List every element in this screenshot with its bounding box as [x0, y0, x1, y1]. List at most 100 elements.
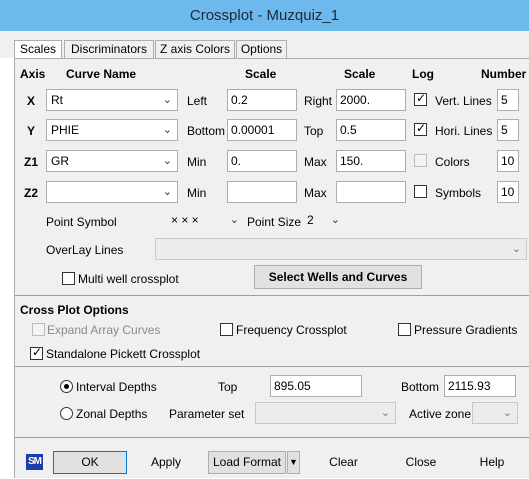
cross-plot-options-title: Cross Plot Options [20, 303, 129, 317]
frequency-crossplot-label: Frequency Crossplot [236, 323, 347, 337]
z2-min-input[interactable] [227, 181, 297, 203]
help-button[interactable]: Help [462, 451, 522, 474]
symbols-label: Symbols [435, 186, 482, 200]
load-format-button[interactable]: Load Format [208, 451, 286, 474]
window-title: Crossplot - Muzquiz_1 [0, 0, 529, 31]
x-right-input[interactable]: 2000. [336, 89, 406, 111]
close-button[interactable]: Close [388, 451, 454, 474]
header-scale-2: Scale [344, 67, 376, 81]
separator [15, 295, 529, 296]
header-log: Log [412, 67, 434, 81]
tab-options[interactable]: Options [236, 40, 287, 59]
chevron-down-icon: ⌄ [162, 155, 172, 167]
colors-label: Colors [435, 155, 470, 169]
frequency-crossplot-checkbox[interactable] [220, 323, 233, 336]
colors-input[interactable]: 10 [497, 150, 519, 172]
chevron-down-icon: ⌄ [162, 94, 172, 106]
active-zone-select[interactable]: ⌄ [472, 402, 518, 424]
point-symbol-label: Point Symbol [46, 215, 117, 229]
load-format-dropdown[interactable]: ▼ [287, 451, 300, 474]
ok-button[interactable]: OK [53, 451, 127, 474]
bottom-depth-input[interactable]: 2115.93 [444, 375, 516, 397]
point-size-value: 2 [307, 213, 314, 227]
pickett-crossplot-label: Standalone Pickett Crossplot [46, 347, 201, 361]
z1-min-input[interactable]: 0. [227, 150, 297, 172]
chevron-down-icon: ⌄ [330, 214, 340, 226]
axis-z2-label: Z2 [24, 186, 39, 200]
hori-lines-label: Hori. Lines [435, 124, 493, 138]
chevron-down-icon: ⌄ [162, 124, 172, 136]
header-axis: Axis [20, 67, 46, 81]
chevron-down-icon: ⌄ [380, 407, 390, 419]
overlay-lines-label: OverLay Lines [46, 243, 124, 257]
caret-down-icon: ▼ [289, 457, 298, 467]
z1-max-input[interactable]: 150. [336, 150, 406, 172]
z1-log-checkbox[interactable] [414, 154, 427, 167]
interval-depths-label: Interval Depths [76, 380, 157, 394]
parameter-set-select[interactable]: ⌄ [255, 402, 396, 424]
vert-lines-input[interactable]: 5 [497, 89, 519, 111]
pickett-crossplot-checkbox[interactable] [30, 345, 43, 360]
active-zone-label: Active zone [409, 407, 472, 421]
bottom-depth-label: Bottom [401, 380, 440, 394]
tab-discriminators[interactable]: Discriminators [64, 40, 154, 59]
pressure-gradients-checkbox[interactable] [398, 323, 411, 336]
x-log-checkbox[interactable] [414, 91, 427, 106]
top-depth-input[interactable]: 895.05 [270, 375, 362, 397]
y-bottom-label: Bottom [187, 124, 226, 138]
axis-x-label: X [27, 94, 36, 108]
hori-lines-input[interactable]: 5 [497, 119, 519, 141]
z2-max-label: Max [304, 186, 327, 200]
apply-button[interactable]: Apply [136, 451, 196, 474]
y-curve-value: PHIE [51, 123, 80, 137]
point-size-select[interactable]: 2 ⌄ [303, 210, 345, 232]
expand-array-checkbox[interactable] [32, 323, 45, 336]
z2-max-input[interactable] [336, 181, 406, 203]
x-left-label: Left [187, 94, 208, 108]
x-curve-value: Rt [51, 93, 63, 107]
overlay-lines-select[interactable]: ⌄ [155, 238, 527, 260]
tab-scales[interactable]: Scales [14, 40, 62, 60]
axis-y-label: Y [27, 124, 36, 138]
z1-curve-select[interactable]: GR ⌄ [46, 150, 178, 172]
interval-depths-radio[interactable] [60, 380, 73, 393]
point-symbol-select[interactable]: × × × ⌄ [155, 210, 244, 232]
chevron-down-icon: ⌄ [162, 186, 172, 198]
y-top-label: Top [304, 124, 324, 138]
z1-min-label: Min [187, 155, 207, 169]
z1-curve-value: GR [51, 154, 69, 168]
z2-min-label: Min [187, 186, 207, 200]
top-depth-label: Top [218, 380, 238, 394]
x-curve-select[interactable]: Rt ⌄ [46, 89, 178, 111]
y-bottom-input[interactable]: 0.00001 [227, 119, 297, 141]
z2-log-checkbox[interactable] [414, 185, 427, 198]
z2-curve-select[interactable]: ⌄ [46, 181, 178, 203]
y-curve-select[interactable]: PHIE ⌄ [46, 119, 178, 141]
zonal-depths-radio[interactable] [60, 407, 73, 420]
chevron-down-icon: ⌄ [511, 243, 521, 255]
expand-array-label: Expand Array Curves [47, 323, 161, 337]
y-log-checkbox[interactable] [414, 121, 427, 136]
separator [15, 366, 529, 367]
chevron-down-icon: ⌄ [502, 407, 512, 419]
multi-well-checkbox[interactable] [62, 272, 75, 285]
pressure-gradients-label: Pressure Gradients [414, 323, 518, 337]
symbols-input[interactable]: 10 [497, 181, 519, 203]
parameter-set-label: Parameter set [169, 407, 245, 421]
header-curve-name: Curve Name [66, 67, 137, 81]
vert-lines-label: Vert. Lines [435, 94, 492, 108]
x-right-label: Right [304, 94, 333, 108]
point-symbol-value: × × × [171, 213, 199, 227]
zonal-depths-label: Zonal Depths [76, 407, 148, 421]
tab-z-axis-colors[interactable]: Z axis Colors [155, 40, 235, 59]
separator [15, 437, 529, 438]
y-top-input[interactable]: 0.5 [336, 119, 406, 141]
select-wells-and-curves-button[interactable]: Select Wells and Curves [254, 265, 422, 289]
header-scale: Scale [245, 67, 277, 81]
sm-logo-icon: SM [26, 454, 43, 470]
clear-button[interactable]: Clear [310, 451, 377, 474]
multi-well-label: Multi well crossplot [78, 272, 179, 286]
z1-max-label: Max [304, 155, 327, 169]
x-left-input[interactable]: 0.2 [227, 89, 297, 111]
panel-border [14, 58, 529, 59]
